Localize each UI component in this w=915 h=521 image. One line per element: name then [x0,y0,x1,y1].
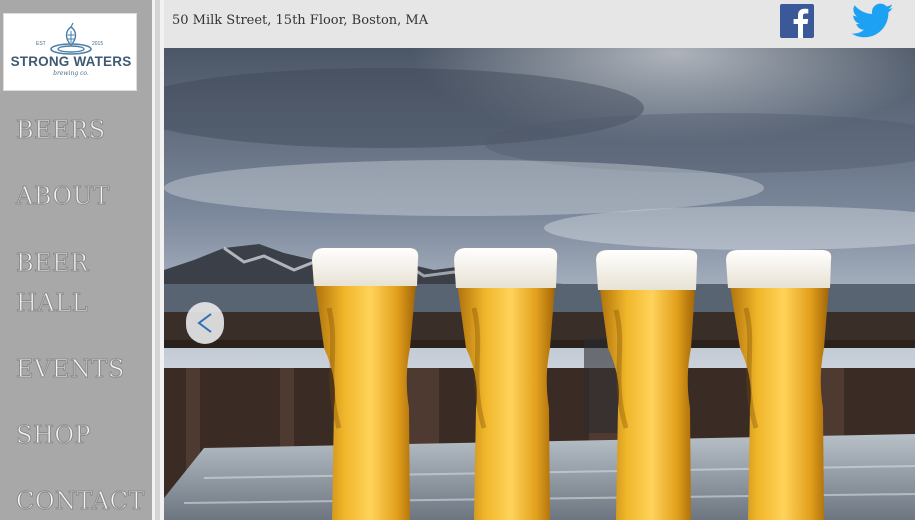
hero-beer-photo [164,48,915,520]
facebook-icon[interactable] [780,4,814,38]
nav-item-shop[interactable]: SHOP [15,415,91,455]
carousel-prev-button[interactable] [186,302,224,344]
nav-item-beer-hall-line2[interactable]: HALL [15,283,88,323]
header-bar: 50 Milk Street, 15th Floor, Boston, MA [164,0,915,48]
sidebar-scrollbar[interactable] [152,0,164,520]
address-text: 50 Milk Street, 15th Floor, Boston, MA [172,13,429,28]
nav-item-events[interactable]: EVENTS [16,349,125,389]
logo-year: 2015 [92,41,104,47]
nav-item-beer-hall-line1[interactable]: BEER [16,243,89,283]
logo-est-label: EST [36,41,46,47]
brand-logo[interactable]: EST 2015 STRONG WATERS brewing co. [3,13,137,91]
sidebar: EST 2015 STRONG WATERS brewing co. BEERS… [0,0,152,520]
nav-item-beers[interactable]: BEERS [16,110,106,150]
chevron-left-icon [197,313,212,333]
nav-item-about[interactable]: ABOUT [16,176,110,216]
nav-item-contact[interactable]: CONTACT [16,481,145,521]
brand-tagline: brewing co. [53,70,89,77]
brand-name: STRONG WATERS [10,54,132,69]
hero-image [164,48,915,520]
logo-hop-icon [50,22,92,55]
twitter-icon[interactable] [852,3,894,39]
